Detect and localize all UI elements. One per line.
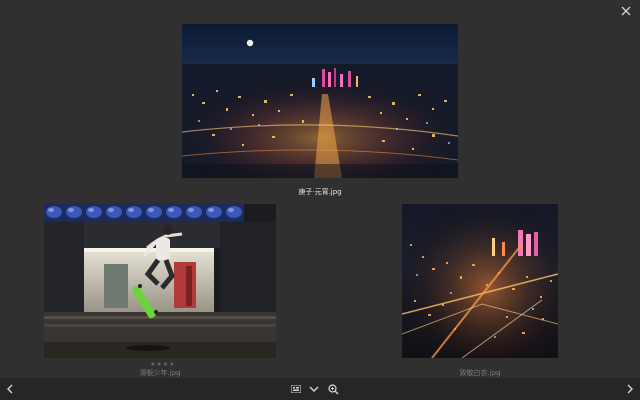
grid-view-icon xyxy=(291,385,301,393)
caption-skateboarder: 滑板少年.jpg xyxy=(139,369,181,377)
view-options-dropdown[interactable] xyxy=(306,381,322,397)
close-icon xyxy=(621,6,631,16)
city-night-image xyxy=(402,204,558,358)
city-panorama-image xyxy=(182,24,458,178)
zoom-in-icon xyxy=(327,383,338,394)
chevron-down-icon xyxy=(309,386,319,392)
close-button[interactable] xyxy=(618,3,634,19)
caption-current: 庚子·元宵.jpg xyxy=(298,188,342,196)
thumbnail-skateboarder[interactable] xyxy=(44,204,276,358)
next-button[interactable] xyxy=(622,381,638,397)
chevron-right-icon xyxy=(627,384,633,394)
thumbnail-city-panorama[interactable] xyxy=(182,24,458,178)
previous-button[interactable] xyxy=(2,381,18,397)
bottom-toolbar xyxy=(0,378,640,400)
thumbnail-city-night[interactable] xyxy=(402,204,558,358)
zoom-in-button[interactable] xyxy=(325,381,341,397)
chevron-left-icon xyxy=(7,384,13,394)
skateboarder-image xyxy=(44,204,276,358)
rating-stars[interactable]: ★★★★ xyxy=(150,361,176,368)
grid-view-button[interactable] xyxy=(288,381,304,397)
image-viewer: 庚子·元宵.jpg ★★★★ 滑板少年.jpg 致敬白衣.jpg xyxy=(0,0,640,400)
caption-city-night: 致敬白衣.jpg xyxy=(459,369,501,377)
moon xyxy=(246,39,254,47)
